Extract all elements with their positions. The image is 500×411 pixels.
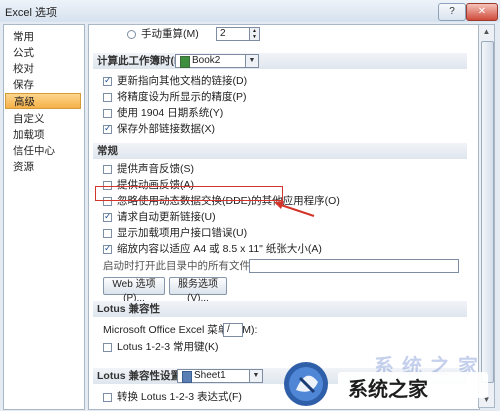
sidebar-item-advanced[interactable]: 高级: [5, 93, 81, 109]
manual-recalc-label: 手动重算(M): [141, 28, 199, 40]
chevron-down-icon[interactable]: ▼: [249, 370, 262, 382]
ask-update-links-checkbox[interactable]: [103, 211, 112, 222]
help-button[interactable]: ?: [438, 3, 466, 21]
lotus-compat-header-label: Lotus 兼容性: [97, 303, 160, 315]
addin-ui-errors-checkbox[interactable]: [103, 229, 112, 238]
service-options-button[interactable]: 服务选项(V)...: [169, 277, 227, 304]
scroll-thumb[interactable]: [481, 41, 494, 383]
dde-highlight-box: [95, 186, 283, 201]
chevron-down-icon[interactable]: ▼: [245, 55, 258, 67]
lotus-sheet-select[interactable]: Sheet1 ▼: [177, 369, 263, 383]
globe-logo-icon: [284, 362, 328, 406]
update-links-label: 更新指向其他文档的链接(D): [117, 75, 248, 87]
general-section-header: 常规: [93, 143, 467, 159]
ask-update-links-label: 请求自动更新链接(U): [117, 211, 216, 223]
annotation-arrow-icon: [274, 201, 315, 217]
manual-recalc-stepper[interactable]: 2 ▲ ▼: [216, 27, 260, 41]
save-external-links-checkbox[interactable]: [103, 123, 112, 134]
workbook-calc-section-header: 计算此工作簿时(H):: [93, 53, 467, 69]
date-system-1904-checkbox[interactable]: [103, 109, 112, 118]
watermark-logo: 系统之家 系统之家: [282, 356, 492, 408]
title-bar: Excel 选项 ? ✕: [0, 0, 500, 23]
lotus-nav-keys-label: Lotus 1-2-3 常用键(K): [117, 341, 219, 353]
menu-key-value: /: [227, 324, 230, 335]
general-header-label: 常规: [97, 145, 118, 157]
date-system-1904-label: 使用 1904 日期系统(Y): [117, 107, 224, 119]
close-button[interactable]: ✕: [466, 3, 498, 21]
workbook-value: Book2: [192, 55, 221, 66]
watermark-text: 系统之家: [348, 379, 428, 401]
precision-as-displayed-label: 将精度设为所显示的精度(P): [117, 91, 247, 103]
manual-recalc-radio[interactable]: [127, 30, 136, 39]
scale-content-label: 缩放内容以适应 A4 或 8.5 x 11" 纸张大小(A): [117, 243, 322, 255]
sidebar-item-resources[interactable]: 资源: [5, 159, 81, 175]
sidebar-item-popular[interactable]: 常用: [5, 29, 81, 45]
sound-feedback-checkbox[interactable]: [103, 165, 112, 174]
precision-as-displayed-checkbox[interactable]: [103, 93, 112, 102]
sidebar-item-proofing[interactable]: 校对: [5, 61, 81, 77]
workbook-select[interactable]: Book2 ▼: [175, 54, 259, 68]
startup-folder-input[interactable]: [249, 259, 459, 273]
transition-formula-checkbox[interactable]: [103, 393, 112, 402]
sidebar-item-save[interactable]: 保存: [5, 77, 81, 93]
sidebar-item-customize[interactable]: 自定义: [5, 111, 81, 127]
web-options-button[interactable]: Web 选项(P)...: [103, 277, 165, 304]
menu-key-input[interactable]: /: [223, 323, 243, 337]
lotus-sheet-value: Sheet1: [194, 370, 226, 381]
window-title: Excel 选项: [5, 7, 57, 19]
lotus-compat-section-header: Lotus 兼容性: [93, 301, 467, 317]
update-links-checkbox[interactable]: [103, 75, 112, 86]
sheet-icon: [182, 371, 192, 383]
scroll-up-icon[interactable]: ▲: [481, 26, 492, 38]
stepper-arrows-icon[interactable]: ▲ ▼: [249, 28, 259, 40]
manual-recalc-value: 2: [220, 28, 226, 39]
startup-folder-label: 启动时打开此目录中的所有文件(L):: [103, 260, 266, 272]
addin-ui-errors-label: 显示加载项用户接口错误(U): [117, 227, 248, 239]
workbook-icon: [180, 56, 190, 68]
save-external-links-label: 保存外部链接数据(X): [117, 123, 215, 135]
sidebar-item-formulas[interactable]: 公式: [5, 45, 81, 61]
options-sidebar: 常用 公式 校对 保存 高级 自定义 加载项 信任中心 资源: [3, 24, 85, 410]
transition-formula-label: 转换 Lotus 1-2-3 表达式(F): [117, 391, 242, 403]
sound-feedback-label: 提供声音反馈(S): [117, 163, 194, 175]
sidebar-item-trust-center[interactable]: 信任中心: [5, 143, 81, 159]
sidebar-item-addins[interactable]: 加载项: [5, 127, 81, 143]
lotus-nav-keys-checkbox[interactable]: [103, 343, 112, 352]
scale-content-checkbox[interactable]: [103, 243, 112, 254]
